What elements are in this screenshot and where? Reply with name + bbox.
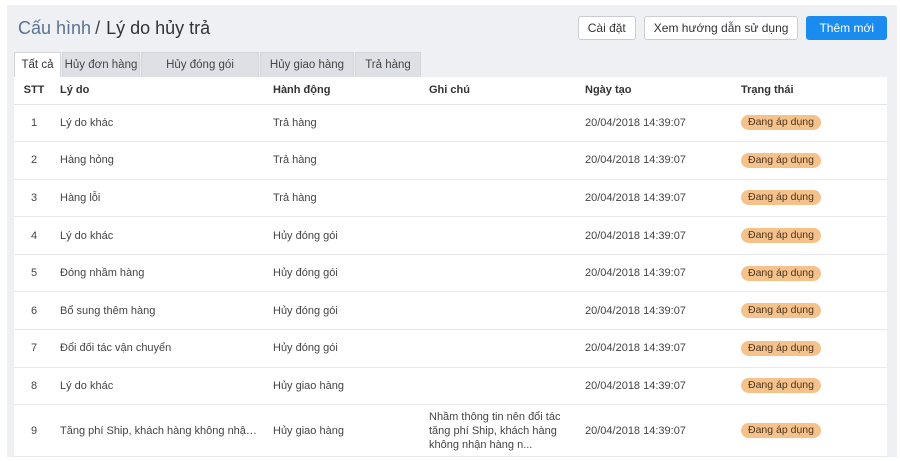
cell-stt: 8 (14, 367, 54, 406)
cell-reason: Đổi đối tác vận chuyển (54, 329, 267, 368)
tab-return[interactable]: Trả hàng (355, 52, 421, 77)
breadcrumb-root-link[interactable]: Cấu hình (18, 18, 91, 38)
cell-note: Nhầm thông tin nên đổi tác tăng phí Ship… (423, 404, 579, 457)
status-badge: Đang áp dụng (741, 152, 821, 168)
cell-note (423, 179, 579, 218)
table-row[interactable]: 5 Đóng nhầm hàng Hủy đóng gói 20/04/2018… (14, 254, 887, 293)
cell-reason: Hàng hỏng (54, 141, 267, 180)
cell-note (423, 141, 579, 180)
cell-reason: Tăng phí Ship, khách hàng không nhận hàn… (54, 404, 267, 457)
cell-note (423, 329, 579, 368)
cell-note (423, 367, 579, 406)
column-header-action: Hành động (267, 77, 423, 105)
cell-reason: Bổ sung thêm hàng (54, 291, 267, 331)
cell-status: Đang áp dụng (735, 404, 887, 457)
status-badge: Đang áp dụng (741, 423, 821, 439)
reasons-table: STT Lý do Hành động Ghi chú Ngày tạo Trạ… (14, 77, 887, 457)
cell-reason: Hàng lỗi (54, 179, 267, 218)
status-badge: Đang áp dụng (741, 303, 821, 319)
cell-action: Hủy đóng gói (267, 329, 423, 368)
cell-stt: 6 (14, 291, 54, 331)
cell-status: Đang áp dụng (735, 329, 887, 368)
cell-action: Hủy đóng gói (267, 291, 423, 331)
cell-created: 20/04/2018 14:39:07 (579, 367, 735, 406)
add-new-button[interactable]: Thêm mới (806, 16, 887, 40)
cell-status: Đang áp dụng (735, 254, 887, 293)
tab-cancel-packing[interactable]: Hủy đóng gói (141, 52, 259, 77)
page-frame: Cấu hình / Lý do hủy trả Cài đặt Xem hướng… (7, 5, 897, 457)
cell-created: 20/04/2018 14:39:07 (579, 329, 735, 368)
status-badge: Đang áp dụng (741, 190, 821, 206)
table-row[interactable]: 4 Lý do khác Hủy đóng gói 20/04/2018 14:… (14, 216, 887, 255)
column-header-created: Ngày tạo (579, 77, 735, 105)
cell-reason: Lý do khác (54, 367, 267, 406)
cell-action: Hủy đóng gói (267, 216, 423, 255)
cell-reason: Lý do khác (54, 216, 267, 255)
tab-cancel-delivery[interactable]: Hủy giao hàng (260, 52, 354, 77)
table-row[interactable]: 1 Lý do khác Trả hàng 20/04/2018 14:39:0… (14, 104, 887, 143)
filter-tabs: Tất cả Hủy đơn hàng Hủy đóng gói Hủy gia… (14, 52, 422, 77)
cell-action: Hủy giao hàng (267, 404, 423, 457)
cell-stt: 9 (14, 404, 54, 457)
cell-status: Đang áp dụng (735, 179, 887, 218)
status-badge: Đang áp dụng (741, 378, 821, 394)
tab-cancel-order[interactable]: Hủy đơn hàng (62, 52, 140, 77)
status-badge: Đang áp dụng (741, 265, 821, 281)
cell-stt: 2 (14, 141, 54, 180)
cell-note (423, 291, 579, 331)
column-header-reason: Lý do (54, 77, 267, 105)
cell-note (423, 216, 579, 255)
user-guide-button[interactable]: Xem hướng dẫn sử dụng (643, 16, 799, 40)
cell-reason: Lý do khác (54, 104, 267, 143)
cell-created: 20/04/2018 14:39:07 (579, 404, 735, 457)
page-title: Lý do hủy trả (106, 18, 211, 38)
cell-note (423, 104, 579, 143)
page-header: Cấu hình / Lý do hủy trả Cài đặt Xem hướng… (7, 5, 897, 49)
table-header-row: STT Lý do Hành động Ghi chú Ngày tạo Trạ… (14, 77, 887, 105)
reasons-table-panel: STT Lý do Hành động Ghi chú Ngày tạo Trạ… (14, 77, 887, 457)
cell-stt: 5 (14, 254, 54, 293)
cell-status: Đang áp dụng (735, 104, 887, 143)
cell-created: 20/04/2018 14:39:07 (579, 179, 735, 218)
cell-action: Hủy giao hàng (267, 367, 423, 406)
toolbar: Cài đặt Xem hướng dẫn sử dụng Thêm mới (577, 16, 887, 40)
column-header-status: Trạng thái (735, 77, 887, 105)
cell-note (423, 254, 579, 293)
cell-stt: 4 (14, 216, 54, 255)
table-row[interactable]: 2 Hàng hỏng Trả hàng 20/04/2018 14:39:07… (14, 141, 887, 180)
cell-created: 20/04/2018 14:39:07 (579, 104, 735, 143)
cell-action: Trả hàng (267, 141, 423, 180)
table-row[interactable]: 8 Lý do khác Hủy giao hàng 20/04/2018 14… (14, 367, 887, 406)
status-badge: Đang áp dụng (741, 228, 821, 244)
cell-action: Trả hàng (267, 104, 423, 143)
status-badge: Đang áp dụng (741, 115, 821, 131)
cell-status: Đang áp dụng (735, 367, 887, 406)
table-row[interactable]: 7 Đổi đối tác vận chuyển Hủy đóng gói 20… (14, 329, 887, 368)
cell-action: Hủy đóng gói (267, 254, 423, 293)
cell-created: 20/04/2018 14:39:07 (579, 216, 735, 255)
breadcrumb: Cấu hình / Lý do hủy trả (18, 17, 210, 39)
cell-stt: 3 (14, 179, 54, 218)
settings-button[interactable]: Cài đặt (577, 16, 636, 40)
table-row[interactable]: 6 Bổ sung thêm hàng Hủy đóng gói 20/04/2… (14, 291, 887, 331)
cell-action: Trả hàng (267, 179, 423, 218)
cell-reason: Đóng nhầm hàng (54, 254, 267, 293)
cell-created: 20/04/2018 14:39:07 (579, 254, 735, 293)
cell-created: 20/04/2018 14:39:07 (579, 291, 735, 331)
tab-all[interactable]: Tất cả (14, 52, 61, 77)
cell-status: Đang áp dụng (735, 216, 887, 255)
breadcrumb-separator: / (95, 18, 101, 38)
cell-status: Đang áp dụng (735, 141, 887, 180)
table-row[interactable]: 3 Hàng lỗi Trả hàng 20/04/2018 14:39:07 … (14, 179, 887, 218)
column-header-note: Ghi chú (423, 77, 579, 105)
status-badge: Đang áp dụng (741, 340, 821, 356)
cell-stt: 7 (14, 329, 54, 368)
cell-stt: 1 (14, 104, 54, 143)
table-row[interactable]: 9 Tăng phí Ship, khách hàng không nhận h… (14, 404, 887, 457)
column-header-stt: STT (14, 77, 54, 105)
cell-status: Đang áp dụng (735, 291, 887, 331)
cell-created: 20/04/2018 14:39:07 (579, 141, 735, 180)
